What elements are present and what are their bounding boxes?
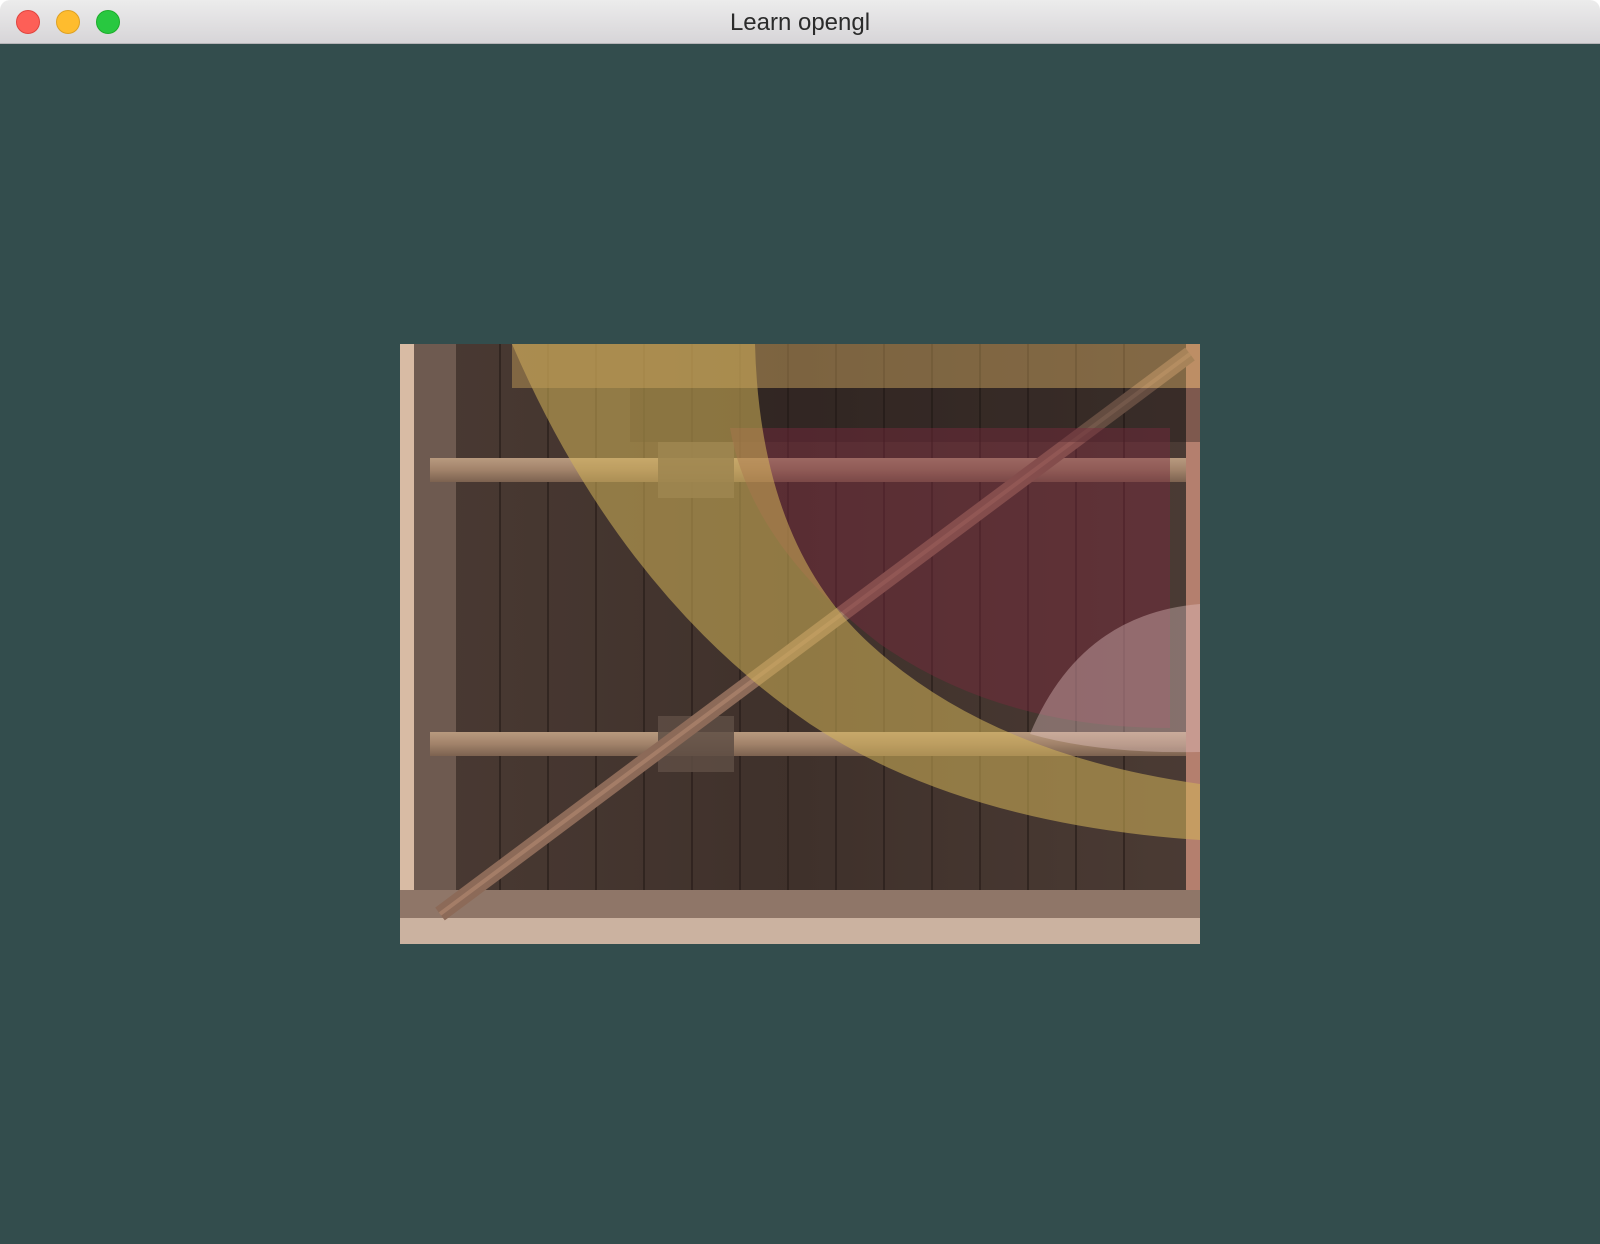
opengl-viewport [0,44,1600,1244]
bottom-frame-edge [400,918,1200,944]
app-window: Learn opengl [0,0,1600,1244]
container-texture [400,344,1200,944]
window-title: Learn opengl [729,9,871,36]
title-bar[interactable]: Learn opengl [0,0,1600,44]
left-frame-post [414,344,456,904]
textured-quad [400,344,1200,944]
top-yellow-tint [512,344,1200,388]
left-frame-edge [400,344,414,944]
